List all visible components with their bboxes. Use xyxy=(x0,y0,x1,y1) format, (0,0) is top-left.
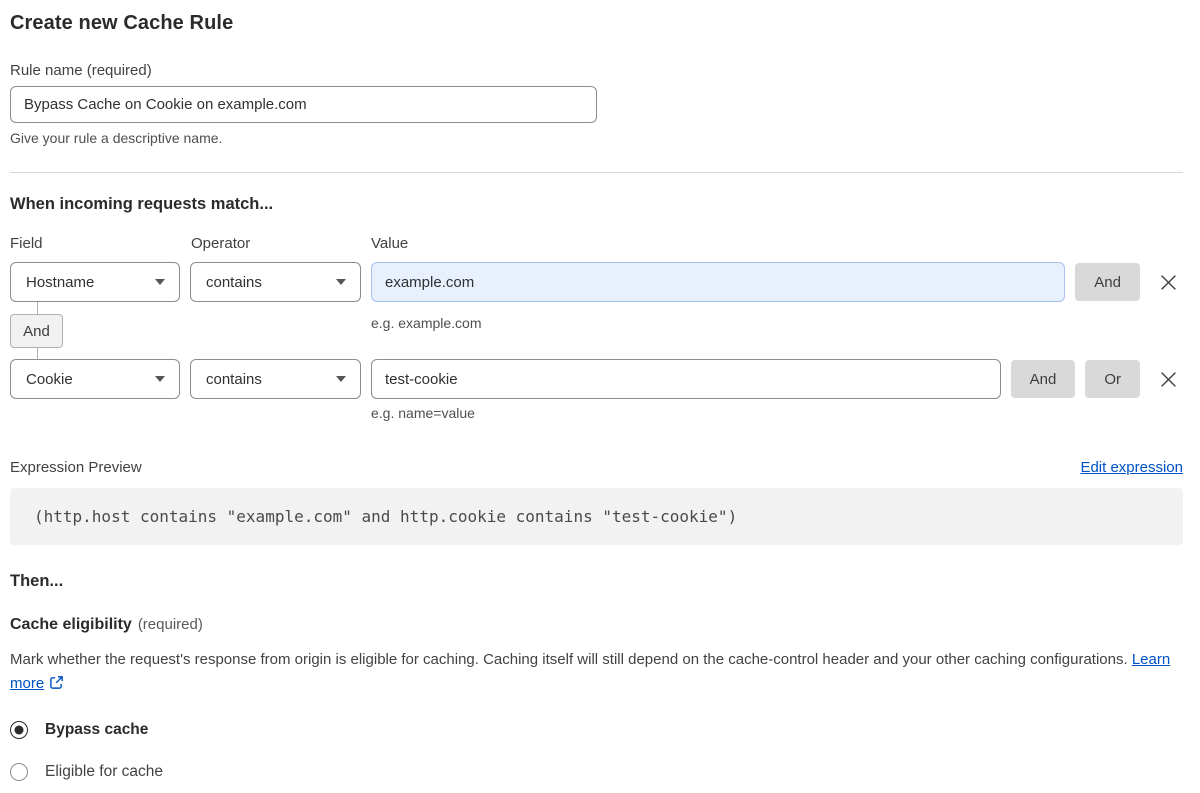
chevron-down-icon xyxy=(336,376,346,382)
radio-option-eligible-for-cache[interactable]: Eligible for cache xyxy=(10,763,1183,781)
condition-column-labels: Field Operator Value xyxy=(10,235,1183,253)
match-heading: When incoming requests match... xyxy=(10,195,274,213)
connector-and-button[interactable]: And xyxy=(10,302,63,359)
value-column-label: Value xyxy=(371,235,409,252)
radio-label: Bypass cache xyxy=(45,721,149,738)
then-heading: Then... xyxy=(10,572,64,590)
field-select-value: Cookie xyxy=(26,370,73,388)
section-divider xyxy=(10,172,1183,173)
value-helper: e.g. example.com xyxy=(371,315,482,331)
cache-eligibility-description: Mark whether the request's response from… xyxy=(10,648,1183,698)
operator-select-value: contains xyxy=(206,273,262,291)
operator-select[interactable]: contains xyxy=(190,359,361,399)
expression-code: (http.host contains "example.com" and ht… xyxy=(10,488,1183,545)
create-cache-rule-form: Create new Cache Rule Rule name (require… xyxy=(0,0,1200,781)
page-title: Create new Cache Rule xyxy=(10,12,234,34)
close-icon xyxy=(1160,274,1176,290)
cache-eligibility-title: Cache eligibility xyxy=(10,616,132,633)
condition-row: Hostname contains And xyxy=(10,262,1183,302)
expression-preview-label: Expression Preview xyxy=(10,459,142,476)
required-tag: (required) xyxy=(137,616,203,633)
remove-condition-button[interactable] xyxy=(1153,364,1183,394)
condition-row: Cookie contains And Or xyxy=(10,359,1183,399)
chevron-down-icon xyxy=(155,376,165,382)
value-input[interactable] xyxy=(371,262,1066,302)
remove-condition-button[interactable] xyxy=(1153,267,1183,297)
and-button[interactable]: And xyxy=(1010,360,1076,398)
or-button[interactable]: Or xyxy=(1085,360,1140,398)
close-icon xyxy=(1160,371,1176,387)
field-select-value: Hostname xyxy=(26,273,95,291)
operator-select[interactable]: contains xyxy=(190,262,361,302)
radio-unselected-icon[interactable] xyxy=(10,763,28,781)
value-input[interactable] xyxy=(371,359,1001,399)
operator-select-value: contains xyxy=(206,370,262,388)
field-column-label: Field xyxy=(10,235,43,252)
value-helper: e.g. name=value xyxy=(371,405,475,421)
rule-name-helper: Give your rule a descriptive name. xyxy=(10,130,223,146)
and-button[interactable]: And xyxy=(1075,263,1140,301)
radio-selected-icon[interactable] xyxy=(10,721,28,739)
expression-header: Expression Preview Edit expression xyxy=(10,459,1183,476)
radio-label: Eligible for cache xyxy=(45,763,164,780)
rule-name-label: Rule name (required) xyxy=(10,62,152,79)
radio-option-bypass-cache[interactable]: Bypass cache xyxy=(10,721,1183,739)
cache-eligibility-heading: Cache eligibility (required) xyxy=(10,616,1183,634)
field-select[interactable]: Cookie xyxy=(10,359,180,399)
operator-column-label: Operator xyxy=(191,235,251,252)
external-link-icon xyxy=(49,674,64,698)
condition-gap: e.g. example.com And xyxy=(10,302,1183,359)
edit-expression-link[interactable]: Edit expression xyxy=(1080,459,1183,476)
chevron-down-icon xyxy=(336,279,346,285)
field-select[interactable]: Hostname xyxy=(10,262,180,302)
chevron-down-icon xyxy=(155,279,165,285)
description-text: Mark whether the request's response from… xyxy=(10,651,1128,668)
rule-name-input[interactable] xyxy=(10,86,597,123)
